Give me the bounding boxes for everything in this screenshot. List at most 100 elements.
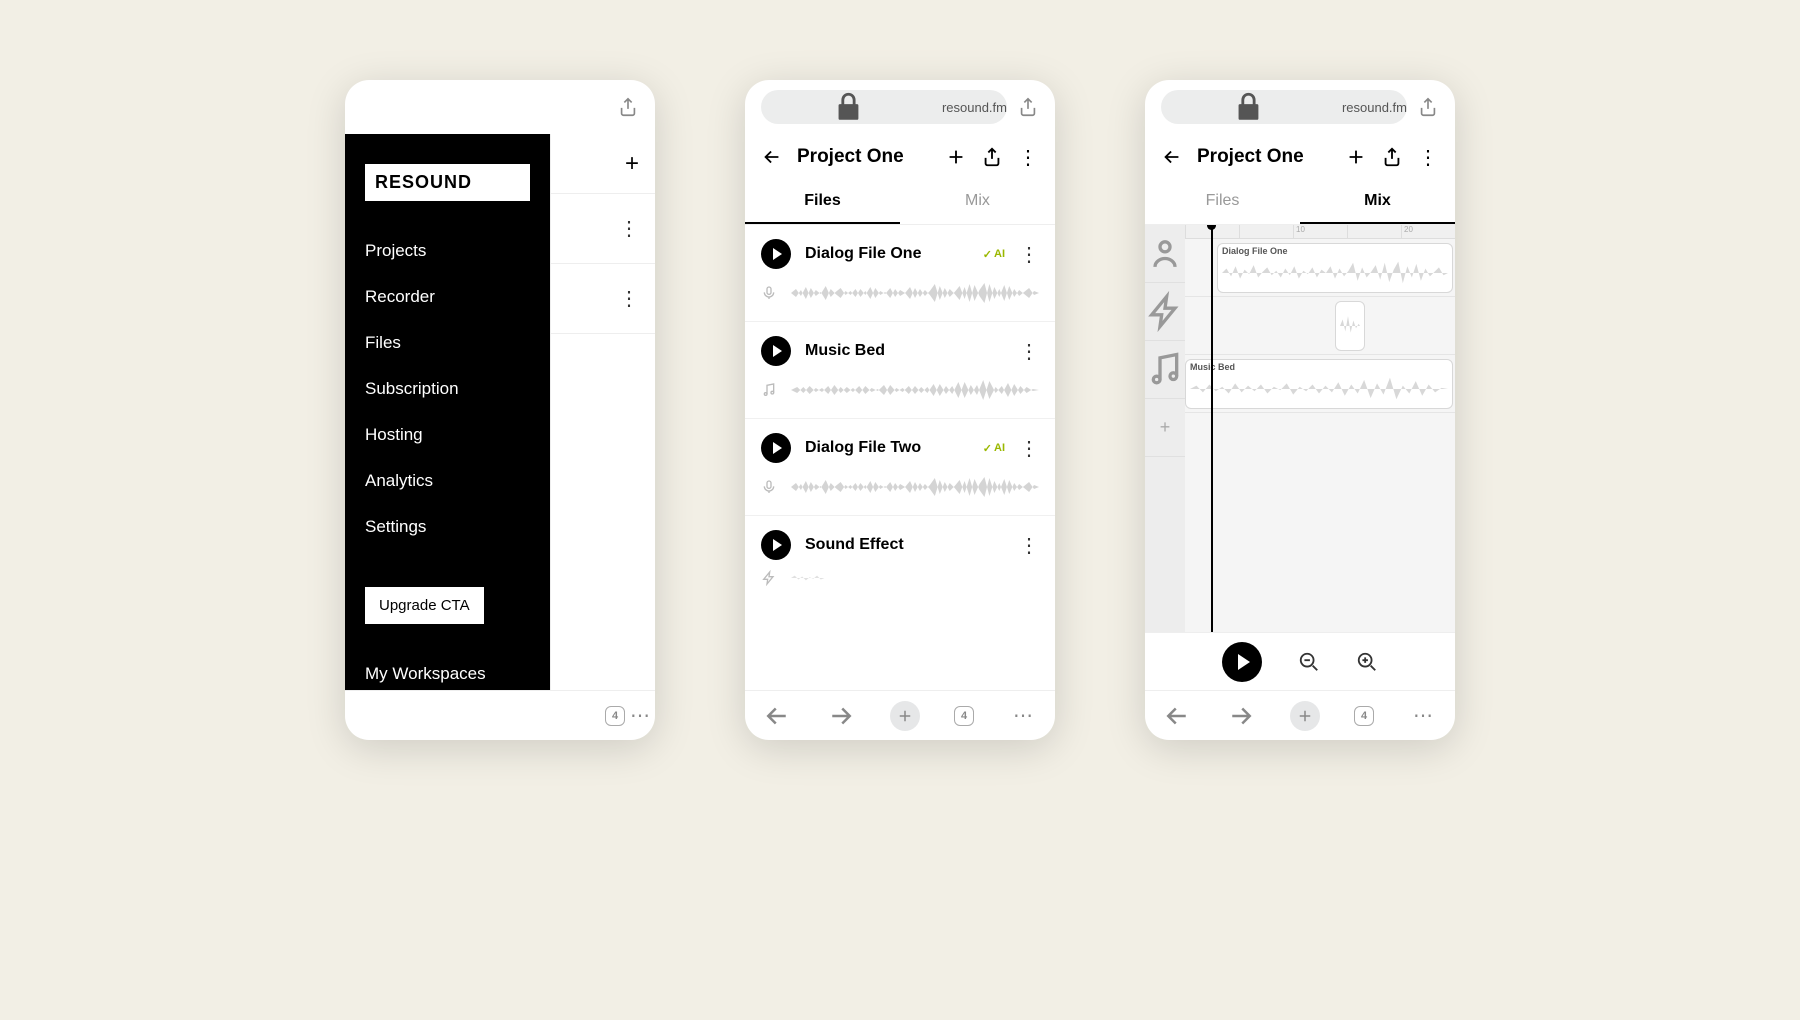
nav-hosting[interactable]: Hosting <box>365 419 530 451</box>
browser-share-icon[interactable] <box>1017 96 1039 118</box>
audio-clip[interactable] <box>1335 301 1365 351</box>
browser-toolbar: 4 ⋯ <box>345 690 655 740</box>
menu-button[interactable]: ⋮ <box>1017 146 1039 168</box>
add-track-button[interactable]: + <box>1145 399 1185 457</box>
clip-label: Dialog File One <box>1222 246 1448 256</box>
track-row[interactable]: Dialog File One <box>1185 239 1455 297</box>
file-more-icon[interactable]: ⋮ <box>1019 242 1039 267</box>
navigation-drawer: RESOUND Projects Recorder Files Subscrip… <box>345 134 550 690</box>
track-header-column: + <box>1145 225 1185 632</box>
waveform <box>791 279 1039 307</box>
nav-subscription[interactable]: Subscription <box>365 373 530 405</box>
audio-clip[interactable]: Music Bed <box>1185 359 1453 409</box>
ai-badge: ✓ AI <box>983 248 1005 261</box>
file-list: Dialog File One ✓ AI ⋮ Music Bed ⋮ <box>745 225 1055 690</box>
address-bar[interactable]: resound.fm <box>761 90 1007 124</box>
track-header-fx[interactable] <box>1145 283 1185 341</box>
file-item: Music Bed ⋮ <box>745 322 1055 419</box>
browser-bar: resound.fm <box>1145 80 1455 134</box>
tab-files[interactable]: Files <box>745 180 900 224</box>
nav-recorder[interactable]: Recorder <box>365 281 530 313</box>
browser-new-tab-icon[interactable] <box>1290 701 1320 731</box>
more-icon[interactable]: ⋮ <box>619 286 639 311</box>
file-more-icon[interactable]: ⋮ <box>1019 339 1039 364</box>
nav-settings[interactable]: Settings <box>365 511 530 543</box>
file-name: Sound Effect <box>805 536 1005 554</box>
browser-share-icon[interactable] <box>617 96 639 118</box>
zoom-in-button[interactable] <box>1356 651 1378 673</box>
track-header-dialog[interactable] <box>1145 225 1185 283</box>
phone-drawer: RESOUND Projects Recorder Files Subscrip… <box>345 80 655 740</box>
browser-new-tab-icon[interactable] <box>890 701 920 731</box>
more-icon[interactable]: ⋮ <box>619 216 639 241</box>
file-name: Dialog File Two <box>805 439 969 457</box>
project-title: Project One <box>797 146 931 168</box>
browser-toolbar: 4 ⋯ <box>1145 690 1455 740</box>
tab-bar: Files Mix <box>1145 180 1455 225</box>
phone-files: resound.fm Project One ⋮ Files Mix Dialo… <box>745 80 1055 740</box>
audio-clip[interactable]: Dialog File One <box>1217 243 1453 293</box>
url-text: resound.fm <box>942 100 1007 115</box>
tab-files[interactable]: Files <box>1145 180 1300 224</box>
browser-menu-icon[interactable]: ⋯ <box>1008 701 1038 731</box>
zoom-out-button[interactable] <box>1298 651 1320 673</box>
microphone-icon <box>761 479 777 495</box>
tab-mix[interactable]: Mix <box>1300 180 1455 224</box>
file-item: Dialog File One ✓ AI ⋮ <box>745 225 1055 322</box>
add-button[interactable] <box>1345 146 1367 168</box>
tab-count[interactable]: 4 <box>954 706 974 726</box>
project-header: Project One ⋮ <box>1145 134 1455 180</box>
browser-menu-icon[interactable]: ⋯ <box>1408 701 1438 731</box>
app-logo: RESOUND <box>365 164 530 201</box>
background-content: + ⋮ ⋮ <box>550 134 655 690</box>
file-name: Dialog File One <box>805 245 969 263</box>
browser-forward-icon[interactable] <box>1226 701 1256 731</box>
play-button[interactable] <box>761 336 791 366</box>
mix-timeline[interactable]: + 1020 Dialog File One Music Bed <box>1145 225 1455 632</box>
share-button[interactable] <box>1381 146 1403 168</box>
file-more-icon[interactable]: ⋮ <box>1019 533 1039 558</box>
menu-button[interactable]: ⋮ <box>1417 146 1439 168</box>
url-text: resound.fm <box>1342 100 1407 115</box>
playhead[interactable] <box>1211 225 1213 632</box>
playback-controls <box>1145 632 1455 690</box>
tab-count[interactable]: 4 <box>605 706 625 726</box>
browser-forward-icon[interactable] <box>826 701 856 731</box>
add-button[interactable] <box>945 146 967 168</box>
effect-icon <box>761 570 777 586</box>
project-header: Project One ⋮ <box>745 134 1055 180</box>
back-button[interactable] <box>761 146 783 168</box>
nav-workspaces[interactable]: My Workspaces <box>365 658 530 690</box>
nav-files[interactable]: Files <box>365 327 530 359</box>
lock-icon <box>1161 90 1336 124</box>
file-more-icon[interactable]: ⋮ <box>1019 436 1039 461</box>
share-button[interactable] <box>981 146 1003 168</box>
time-ruler: 1020 <box>1185 225 1455 239</box>
browser-share-icon[interactable] <box>1417 96 1439 118</box>
back-button[interactable] <box>1161 146 1183 168</box>
phone-mix: resound.fm Project One ⋮ Files Mix + 102… <box>1145 80 1455 740</box>
tab-mix[interactable]: Mix <box>900 180 1055 224</box>
nav-analytics[interactable]: Analytics <box>365 465 530 497</box>
browser-menu-icon[interactable]: ⋯ <box>625 701 655 731</box>
file-item: Dialog File Two ✓ AI ⋮ <box>745 419 1055 516</box>
upgrade-button[interactable]: Upgrade CTA <box>365 587 484 624</box>
play-button[interactable] <box>761 433 791 463</box>
waveform <box>791 376 1039 404</box>
play-button[interactable] <box>1222 642 1262 682</box>
track-row[interactable] <box>1185 297 1455 355</box>
file-item: Sound Effect ⋮ <box>745 516 1055 592</box>
play-button[interactable] <box>761 239 791 269</box>
track-row[interactable]: Music Bed <box>1185 355 1455 413</box>
nav-projects[interactable]: Projects <box>365 235 530 267</box>
add-icon[interactable]: + <box>625 150 639 178</box>
browser-toolbar: 4 ⋯ <box>745 690 1055 740</box>
play-button[interactable] <box>761 530 791 560</box>
browser-back-icon[interactable] <box>762 701 792 731</box>
browser-bar: resound.fm <box>745 80 1055 134</box>
track-header-music[interactable] <box>1145 341 1185 399</box>
clip-label: Music Bed <box>1190 362 1448 372</box>
address-bar[interactable]: resound.fm <box>1161 90 1407 124</box>
tab-count[interactable]: 4 <box>1354 706 1374 726</box>
browser-back-icon[interactable] <box>1162 701 1192 731</box>
